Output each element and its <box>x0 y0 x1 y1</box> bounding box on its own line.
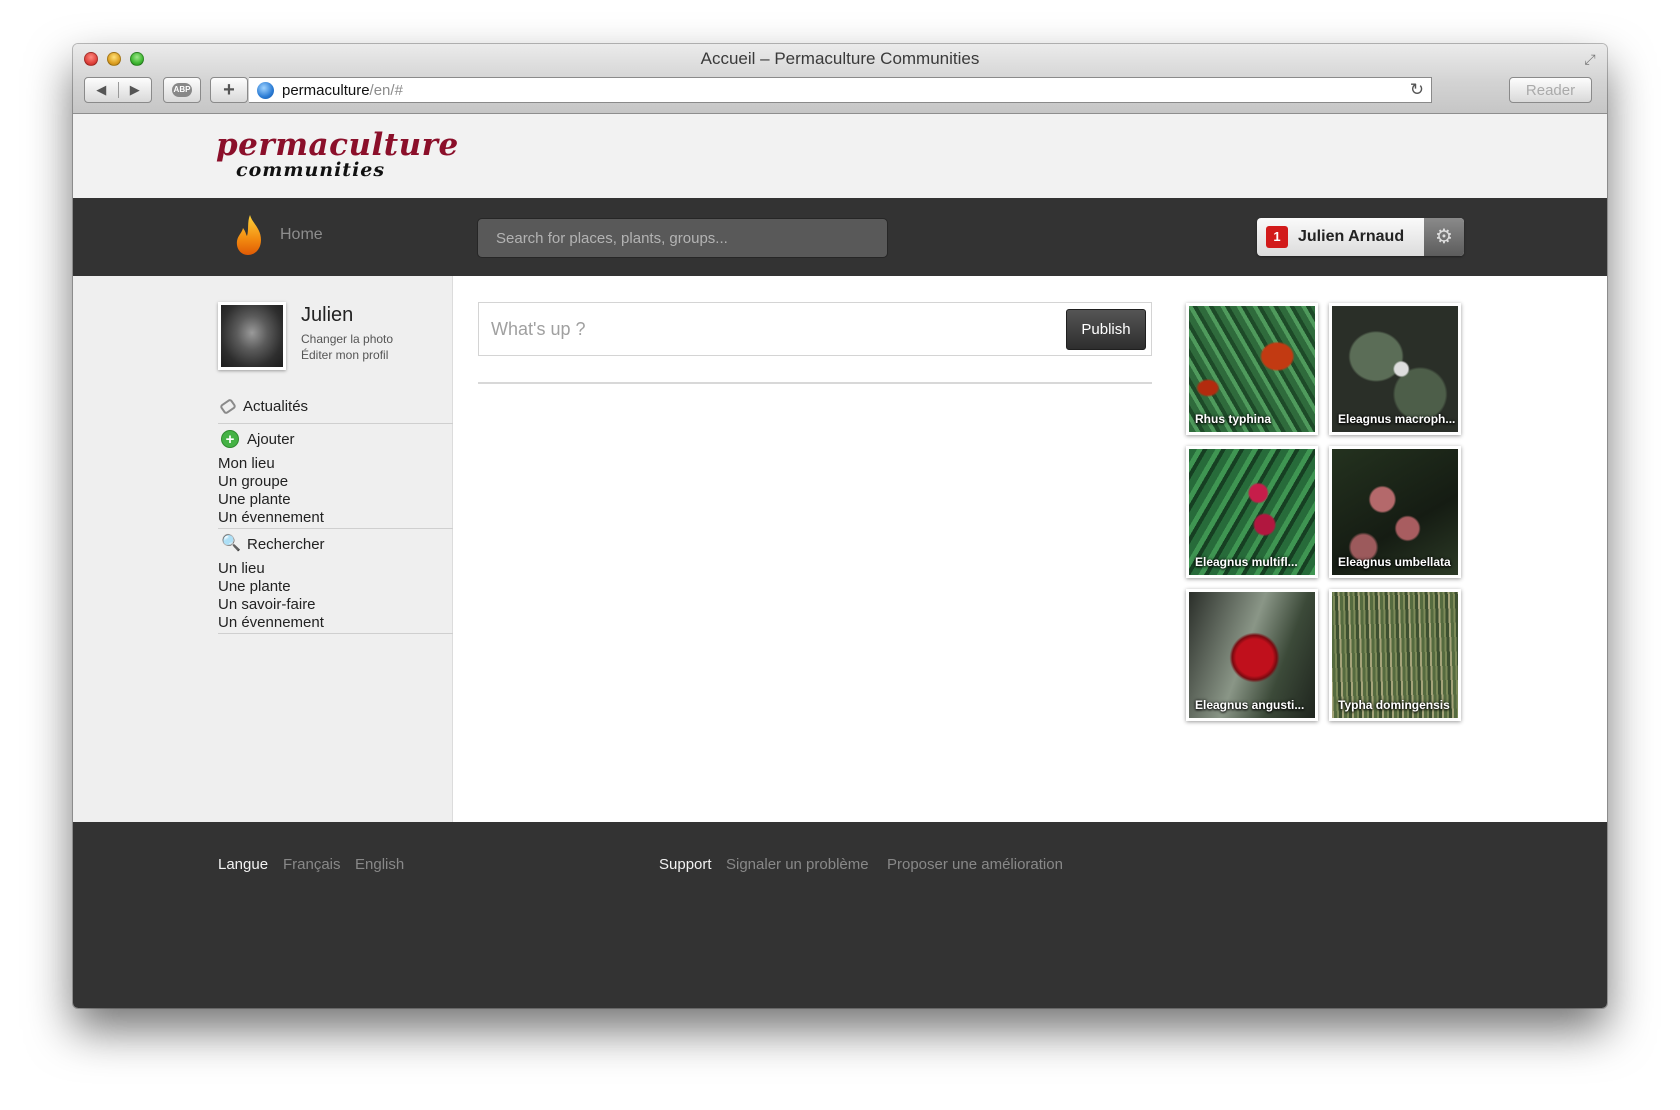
divider <box>218 528 453 529</box>
add-bookmark-button[interactable]: + <box>210 77 248 103</box>
plant-card[interactable]: Eleagnus angusti... <box>1186 589 1318 721</box>
add-event-link[interactable]: Un évennement <box>218 509 324 526</box>
add-group-link[interactable]: Un groupe <box>218 473 288 490</box>
footer: Langue Français English Support Signaler… <box>73 822 1607 1008</box>
report-problem-link[interactable]: Signaler un problème <box>726 856 869 873</box>
sidebar: Julien Changer la photo Éditer mon profi… <box>73 276 453 822</box>
address-bar[interactable]: permaculture/en/# ↻ <box>249 77 1432 103</box>
logo-text-top: permaculture <box>216 127 459 163</box>
sidebar-item-news[interactable]: Actualités <box>219 397 309 416</box>
suggest-improvement-link[interactable]: Proposer une amélioration <box>887 856 1063 873</box>
plant-name: Eleagnus angusti... <box>1195 698 1305 712</box>
status-composer: Publish <box>478 302 1152 356</box>
flame-icon[interactable] <box>234 214 264 256</box>
top-navbar: Home 1 Julien Arnaud ⚙ <box>73 198 1607 276</box>
magnifier-icon: 🔍 <box>221 535 241 552</box>
home-link[interactable]: Home <box>280 226 323 244</box>
browser-window: Accueil – Permaculture Communities ⤢ ◀ ▶… <box>73 44 1607 1008</box>
logo-text-bottom: communities <box>236 159 386 181</box>
search-plant-link[interactable]: Une plante <box>218 578 291 595</box>
language-label: Langue <box>218 856 269 873</box>
divider <box>218 423 453 424</box>
url-host: permaculture <box>282 81 370 99</box>
add-plant-link[interactable]: Une plante <box>218 491 291 508</box>
avatar[interactable] <box>218 302 286 370</box>
plant-name: Typha domingensis <box>1338 698 1450 712</box>
plant-card[interactable]: Typha domingensis <box>1329 589 1461 721</box>
search-event-link[interactable]: Un évennement <box>218 614 324 631</box>
search-input[interactable] <box>477 218 888 258</box>
plant-name: Eleagnus macroph... <box>1338 412 1456 426</box>
lang-english-link[interactable]: English <box>355 856 404 873</box>
forward-button[interactable]: ▶ <box>117 82 152 98</box>
plant-name: Eleagnus multifl... <box>1195 555 1298 569</box>
news-label: Actualités <box>243 398 309 415</box>
globe-icon <box>257 81 274 99</box>
search-place-link[interactable]: Un lieu <box>218 560 265 577</box>
sidebar-section-search: 🔍 Rechercher <box>221 535 325 553</box>
edit-profile-link[interactable]: Éditer mon profil <box>301 348 388 362</box>
adblock-button[interactable]: ABP <box>163 77 201 103</box>
sidebar-section-add: + Ajouter <box>221 430 295 448</box>
brand-header: permaculture communities <box>73 114 1607 198</box>
add-circle-icon: + <box>221 430 239 448</box>
lang-french-link[interactable]: Français <box>283 856 341 873</box>
reload-icon[interactable]: ↻ <box>1410 80 1424 100</box>
gear-icon[interactable]: ⚙ <box>1424 218 1464 256</box>
support-label: Support <box>659 856 712 873</box>
publish-button[interactable]: Publish <box>1066 309 1146 350</box>
search-knowhow-link[interactable]: Un savoir-faire <box>218 596 316 613</box>
web-page: permaculture communities Home 1 Juli <box>73 114 1607 1008</box>
site-logo[interactable]: permaculture communities <box>216 127 459 181</box>
profile-name[interactable]: Julien <box>301 304 353 327</box>
fullscreen-icon[interactable]: ⤢ <box>1581 50 1599 68</box>
back-button[interactable]: ◀ <box>85 82 118 98</box>
adblock-icon: ABP <box>172 83 192 97</box>
main-content: Julien Changer la photo Éditer mon profi… <box>73 276 1607 822</box>
tag-icon <box>219 397 237 416</box>
plant-card[interactable]: Eleagnus macroph... <box>1329 303 1461 435</box>
search-section-label: Rechercher <box>247 535 325 553</box>
change-photo-link[interactable]: Changer la photo <box>301 332 393 346</box>
plant-name: Rhus typhina <box>1195 412 1272 426</box>
status-input[interactable] <box>491 317 1051 341</box>
user-name[interactable]: Julien Arnaud <box>1298 228 1424 246</box>
user-menu-button[interactable]: 1 Julien Arnaud ⚙ <box>1257 218 1464 256</box>
plant-card[interactable]: Eleagnus multifl... <box>1186 446 1318 578</box>
back-forward-group: ◀ ▶ <box>84 77 152 103</box>
browser-toolbar: Accueil – Permaculture Communities ⤢ ◀ ▶… <box>73 44 1607 114</box>
plant-card[interactable]: Eleagnus umbellata <box>1329 446 1461 578</box>
plant-card[interactable]: Rhus typhina <box>1186 303 1318 435</box>
feed-divider <box>478 382 1152 384</box>
add-place-link[interactable]: Mon lieu <box>218 455 275 472</box>
add-section-label: Ajouter <box>247 430 295 448</box>
divider <box>218 633 453 634</box>
window-title: Accueil – Permaculture Communities <box>700 49 980 68</box>
plant-name: Eleagnus umbellata <box>1338 555 1451 569</box>
notification-badge[interactable]: 1 <box>1266 226 1288 248</box>
url-path: /en/# <box>369 81 403 99</box>
reader-button[interactable]: Reader <box>1509 77 1592 103</box>
